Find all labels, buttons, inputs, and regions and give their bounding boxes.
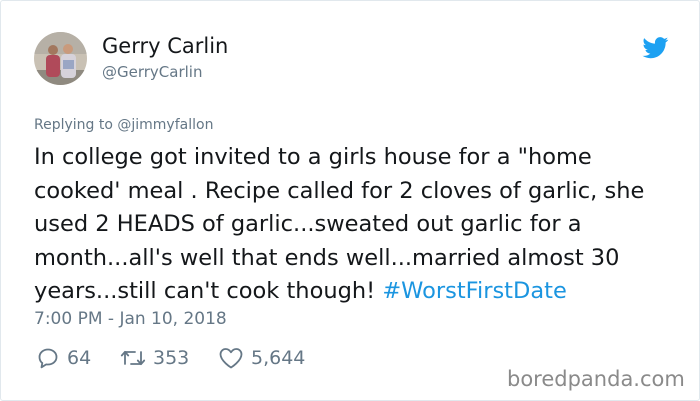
replying-to-label[interactable]: Replying to @jimmyfallon	[34, 117, 213, 133]
reply-button[interactable]: 64	[36, 345, 91, 371]
avatar[interactable]	[34, 32, 87, 85]
author-handle[interactable]: @GerryCarlin	[102, 63, 202, 81]
like-button[interactable]: 5,644	[218, 345, 305, 371]
reply-icon	[36, 346, 67, 370]
author-name[interactable]: Gerry Carlin	[102, 34, 228, 58]
tweet-card: Gerry Carlin @GerryCarlin Replying to @j…	[0, 0, 700, 401]
retweet-button[interactable]: 353	[120, 345, 189, 371]
watermark: boredpanda.com	[507, 367, 685, 391]
heart-icon	[218, 346, 251, 370]
tweet-text: In college got invited to a girls house …	[34, 141, 674, 309]
retweet-icon	[120, 347, 153, 369]
retweet-count: 353	[153, 347, 190, 369]
reply-count: 64	[67, 347, 92, 369]
hashtag-link[interactable]: #WorstFirstDate	[382, 278, 566, 304]
like-count: 5,644	[251, 347, 306, 369]
tweet-timestamp[interactable]: 7:00 PM - Jan 10, 2018	[34, 309, 227, 329]
twitter-bird-icon[interactable]	[642, 37, 669, 59]
